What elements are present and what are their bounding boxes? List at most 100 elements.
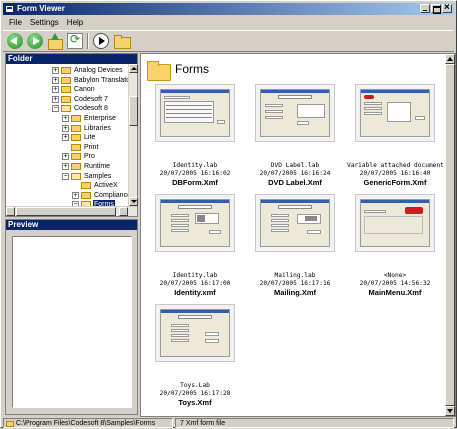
- form-thumbnail[interactable]: [155, 304, 235, 362]
- form-label-name: Toys.Lab: [180, 382, 210, 389]
- form-date: 20/07/2005 16:17:16: [259, 280, 331, 287]
- tree-item[interactable]: Print: [62, 143, 99, 152]
- form-filename: DBForm.Xmf: [172, 178, 218, 187]
- form-thumbnail[interactable]: [155, 194, 235, 252]
- window-controls: [420, 2, 452, 14]
- form-file-item[interactable]: Identity.lab 20/07/2005 16:17:00 Identit…: [147, 194, 243, 297]
- tree-item-label: Analog Devices: [74, 67, 123, 74]
- tree-item[interactable]: + Pro: [62, 152, 96, 161]
- tree-expander-icon[interactable]: +: [62, 134, 69, 142]
- scroll-left-arrow-icon[interactable]: [6, 207, 15, 216]
- tree-item-label: Enterprise: [84, 115, 116, 122]
- form-file-item[interactable]: Mailing.lab 20/07/2005 16:17:16 Mailing.…: [247, 194, 343, 297]
- maximize-button[interactable]: [431, 4, 441, 14]
- tree-item[interactable]: + Codesoft 7: [52, 95, 109, 104]
- form-file-item[interactable]: Identity.lab 20/07/2005 16:16:02 DBForm.…: [147, 84, 243, 187]
- tree-item[interactable]: − Codesoft 8: [52, 104, 109, 113]
- tree-item[interactable]: + Babylon Translator: [52, 76, 130, 85]
- form-date: 20/07/2005 16:17:00: [159, 280, 231, 287]
- form-thumbnail[interactable]: [355, 194, 435, 252]
- form-label-name: Mailing.lab: [274, 272, 316, 279]
- scroll-down-arrow-icon[interactable]: [129, 197, 138, 206]
- form-label-name: <None>: [383, 272, 407, 279]
- tree-item[interactable]: + Runtime: [62, 162, 111, 171]
- menu-bar: File Settings Help: [3, 17, 83, 29]
- run-form-icon[interactable]: [93, 33, 109, 49]
- form-thumbnail[interactable]: [355, 84, 435, 142]
- tree-expander-icon[interactable]: +: [52, 95, 59, 103]
- open-folder-icon[interactable]: [113, 33, 131, 49]
- form-file-item[interactable]: Toys.Lab 20/07/2005 16:17:28 Toys.Xmf: [147, 304, 243, 407]
- form-thumbnail-image: [260, 199, 330, 247]
- tree-expander-icon[interactable]: +: [62, 115, 69, 122]
- scroll-thumb[interactable]: [445, 64, 455, 406]
- tree-expander-icon[interactable]: +: [52, 76, 59, 84]
- folder-tree-horizontal-scrollbar[interactable]: [6, 206, 137, 216]
- tree-item-label: Print: [84, 143, 99, 151]
- form-filename: Mailing.Xmf: [273, 288, 317, 297]
- tree-expander-icon[interactable]: +: [72, 191, 79, 199]
- tree-item[interactable]: + Lite: [62, 133, 96, 142]
- scroll-thumb[interactable]: [129, 96, 138, 126]
- scroll-down-arrow-icon[interactable]: [445, 406, 455, 416]
- minimize-button[interactable]: [420, 4, 430, 13]
- window-title: Form Viewer: [17, 4, 65, 13]
- folder-icon: [71, 143, 81, 151]
- tree-item[interactable]: + Libraries: [62, 124, 112, 133]
- tree-item-label: Lite: [84, 134, 96, 142]
- menu-help[interactable]: Help: [67, 17, 83, 29]
- forward-arrow-icon[interactable]: [27, 33, 43, 49]
- form-thumbnail[interactable]: [255, 84, 335, 142]
- refresh-icon[interactable]: [67, 32, 83, 49]
- tree-item-label: Canon: [74, 86, 95, 94]
- tree-expander-icon[interactable]: −: [62, 172, 69, 180]
- tree-item[interactable]: − Samples: [62, 172, 112, 181]
- tree-item[interactable]: + Compliance: [72, 191, 130, 200]
- preview-panel: Preview: [5, 219, 138, 415]
- menu-settings[interactable]: Settings: [30, 17, 59, 29]
- folder-icon: [71, 115, 81, 122]
- form-thumbnail[interactable]: [155, 84, 235, 142]
- tree-expander-icon[interactable]: +: [52, 86, 59, 94]
- form-date: 20/07/2005 16:16:40: [359, 170, 431, 177]
- forms-view-vertical-scrollbar[interactable]: [445, 54, 455, 416]
- scroll-thumb[interactable]: [16, 207, 116, 216]
- form-date: 20/07/2005 16:17:28: [159, 390, 231, 397]
- tree-item[interactable]: + Analog Devices: [52, 66, 124, 75]
- close-button[interactable]: [442, 2, 452, 14]
- folder-icon: [147, 60, 171, 81]
- form-thumbnail[interactable]: [255, 194, 335, 252]
- folder-up-icon[interactable]: [47, 33, 63, 50]
- form-thumbnail-image: [160, 199, 230, 247]
- scroll-up-arrow-icon[interactable]: [445, 54, 455, 64]
- form-label-name: Identity.lab: [172, 272, 218, 279]
- form-label-name: DVD Label.lab: [270, 162, 320, 169]
- tree-expander-icon[interactable]: +: [62, 163, 69, 170]
- scroll-up-arrow-icon[interactable]: [129, 64, 138, 73]
- tree-item[interactable]: + Enterprise: [62, 114, 117, 123]
- status-path-text: C:\Program Files\Codesoft 8\Samples\Form…: [16, 420, 156, 427]
- form-label-name: Variable attached document: [347, 162, 444, 169]
- folder-icon: [61, 76, 71, 84]
- folder-tree-vertical-scrollbar[interactable]: [128, 64, 138, 206]
- status-path: C:\Program Files\Codesoft 8\Samples\Form…: [3, 418, 173, 428]
- form-filename: Identity.xmf: [174, 288, 216, 297]
- tree-expander-icon[interactable]: −: [52, 105, 59, 113]
- title-bar[interactable]: Form Viewer: [3, 2, 454, 15]
- tree-item-label: Codesoft 8: [74, 105, 108, 113]
- tree-expander-icon[interactable]: +: [62, 124, 69, 132]
- form-file-item[interactable]: DVD Label.lab 20/07/2005 16:16:24 DVD La…: [247, 84, 343, 187]
- scroll-right-arrow-icon[interactable]: [119, 207, 128, 216]
- tree-expander-icon[interactable]: +: [52, 67, 59, 74]
- tree-item[interactable]: + Canon: [52, 85, 96, 94]
- tree-item-label: Libraries: [84, 124, 111, 132]
- form-file-item[interactable]: <None> 20/07/2005 14:56:32 MainMenu.Xmf: [347, 194, 443, 297]
- back-arrow-icon[interactable]: [7, 33, 23, 49]
- form-filename: GenericForm.Xmf: [363, 178, 427, 187]
- folder-icon: [61, 95, 71, 103]
- menu-file[interactable]: File: [9, 17, 22, 29]
- tree-item[interactable]: ActiveX: [72, 181, 119, 190]
- folder-icon: [71, 134, 81, 142]
- tree-expander-icon[interactable]: +: [62, 153, 69, 161]
- form-file-item[interactable]: Variable attached document 20/07/2005 16…: [347, 84, 444, 187]
